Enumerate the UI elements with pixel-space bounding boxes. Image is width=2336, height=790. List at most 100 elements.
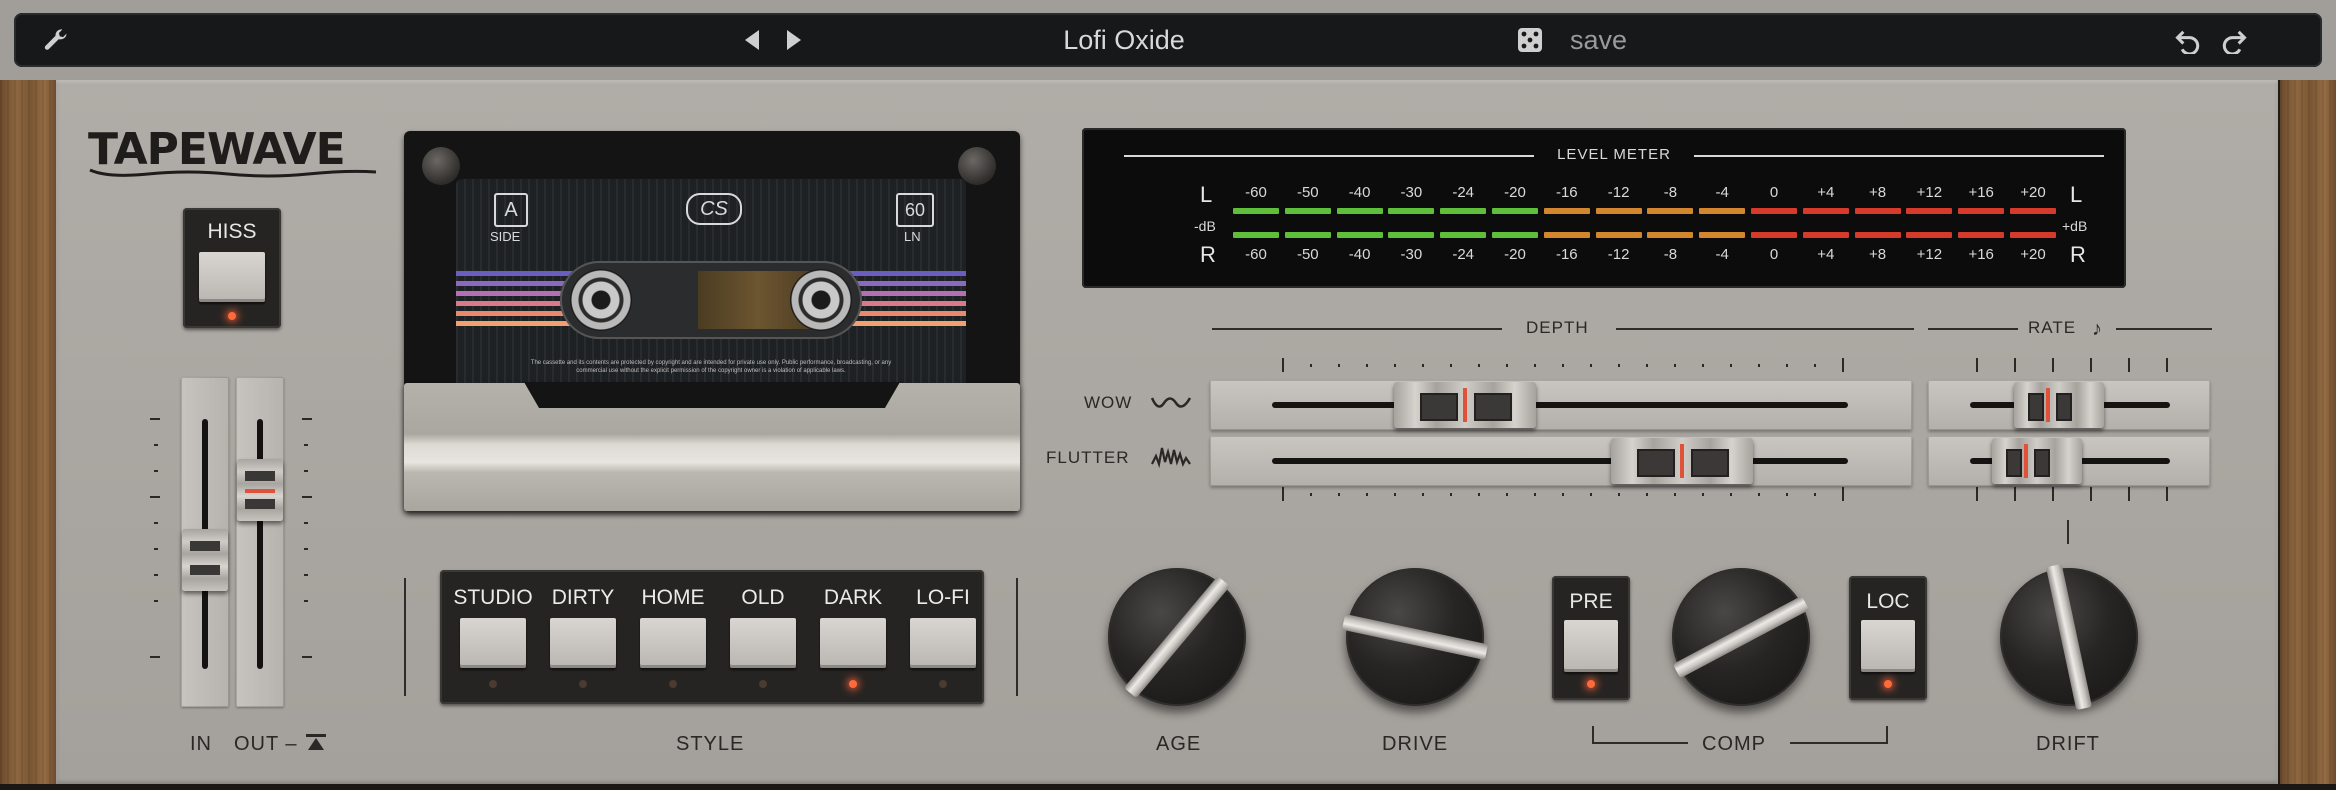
- meter-scale-label-top: -50: [1296, 184, 1319, 201]
- meter-segment-right: [1595, 232, 1642, 238]
- cassette-door: [404, 382, 1020, 511]
- scale-tick: [1478, 364, 1480, 367]
- meter-scale-label-bottom: -4: [1715, 246, 1729, 263]
- style-button-studio[interactable]: STUDIO: [448, 570, 538, 704]
- left-wood-panel: [0, 80, 56, 790]
- length-label: LN: [904, 229, 921, 244]
- meter-segment-right: [2010, 232, 2056, 238]
- scale-tick: [1674, 364, 1676, 367]
- scale-tick: [1422, 493, 1424, 496]
- next-preset-icon[interactable]: [776, 13, 812, 69]
- scale-tick: [1366, 493, 1368, 496]
- meter-scale-label-top: 0: [1769, 184, 1779, 201]
- meter-segment-left: [2010, 208, 2056, 214]
- scale-tick: [1730, 364, 1732, 367]
- meter-segment-right: [1699, 232, 1746, 238]
- pre-label: PRE: [1569, 590, 1613, 613]
- scale-tick: [2014, 487, 2016, 501]
- preset-name[interactable]: Lofi Oxide: [974, 25, 1274, 56]
- style-label: STYLE: [676, 733, 745, 755]
- scale-tick: [2052, 487, 2054, 501]
- length-badge: 60: [896, 193, 934, 227]
- scale-tick: [1618, 364, 1620, 367]
- meter-scale-label-top: +4: [1817, 184, 1835, 201]
- note-icon: ♪: [2092, 318, 2102, 340]
- scale-tick: [1758, 493, 1760, 496]
- style-button-home[interactable]: HOME: [628, 570, 718, 704]
- scale-tick: [1702, 364, 1704, 367]
- dice-icon[interactable]: [1510, 13, 1550, 71]
- meter-scale-label-top: -16: [1555, 184, 1578, 201]
- prev-preset-icon[interactable]: [734, 13, 770, 69]
- meter-scale-label-top: +8: [1869, 184, 1887, 201]
- comp-knob[interactable]: [1672, 568, 1810, 706]
- scale-tick: [1702, 493, 1704, 496]
- save-button[interactable]: save: [1570, 25, 1627, 56]
- meter-segment-left: [1906, 208, 1953, 214]
- style-led-active: [849, 680, 857, 688]
- hiss-button[interactable]: HISS: [183, 208, 281, 328]
- wrench-icon[interactable]: [34, 13, 78, 72]
- scale-tick: [1422, 364, 1424, 367]
- loc-led: [1884, 680, 1892, 688]
- age-label: AGE: [1156, 733, 1202, 755]
- undo-icon[interactable]: [2168, 13, 2208, 72]
- scale-tick: [1976, 487, 1978, 501]
- depth-scale-bottom: [1282, 487, 1844, 503]
- meter-scale: -60 -60 -50 -50 -40 -40 -30 -30 -24 -24 -20 -20 -16-…: [1082, 128, 2126, 288]
- hiss-key[interactable]: [199, 252, 265, 302]
- scale-tick: [2128, 487, 2130, 501]
- scale-tick: [2166, 487, 2168, 501]
- logo-underline: [89, 168, 377, 178]
- meter-scale-label-bottom: -12: [1607, 246, 1630, 263]
- meter-scale-label-bottom: -40: [1348, 246, 1371, 263]
- loc-label: LOC: [1866, 590, 1910, 613]
- drive-knob[interactable]: [1341, 568, 1489, 706]
- fader-scale: [146, 418, 316, 668]
- scale-tick: [1534, 364, 1536, 367]
- style-button-old[interactable]: OLD: [718, 570, 808, 704]
- scale-tick: [1394, 493, 1396, 496]
- meter-scale-label-bottom: -24: [1452, 246, 1475, 263]
- depth-scale-top: [1282, 358, 1844, 374]
- hiss-led: [228, 312, 236, 320]
- style-button-dark[interactable]: DARK: [808, 570, 898, 704]
- flutter-rate-handle[interactable]: [1992, 438, 2082, 484]
- style-button-lofi[interactable]: LO-FI: [898, 570, 988, 704]
- meter-segment-right: [1284, 232, 1331, 238]
- pre-button[interactable]: PRE: [1552, 576, 1630, 700]
- scale-tick: [2052, 358, 2054, 372]
- scale-tick: [1786, 493, 1788, 496]
- scale-tick: [1786, 364, 1788, 367]
- reel-icon: [570, 269, 632, 331]
- scale-tick: [1534, 493, 1536, 496]
- scale-tick: [1450, 493, 1452, 496]
- wow-icon: [1150, 397, 1192, 408]
- meter-segment-right: [1906, 232, 1953, 238]
- link-icon[interactable]: [306, 734, 326, 757]
- drift-knob[interactable]: [2000, 563, 2138, 711]
- scale-tick: [1618, 493, 1620, 496]
- flutter-depth-handle[interactable]: [1610, 438, 1753, 484]
- meter-scale-label-bottom: -8: [1663, 246, 1678, 263]
- meter-scale-label-top: +20: [2020, 184, 2046, 201]
- in-label: IN: [190, 733, 212, 755]
- meter-scale-label-bottom: 0: [1769, 246, 1779, 263]
- meter-segment-left: [1336, 208, 1383, 214]
- age-knob[interactable]: [1108, 568, 1246, 706]
- wow-rate-handle[interactable]: [2014, 382, 2104, 428]
- wow-depth-handle[interactable]: [1393, 382, 1536, 428]
- meter-segment-right: [1543, 232, 1590, 238]
- meter-segment-left: [1958, 208, 2005, 214]
- top-bar: Lofi Oxide save: [0, 0, 2336, 80]
- meter-scale-label-top: +12: [1916, 184, 1943, 201]
- redo-icon[interactable]: [2214, 13, 2254, 72]
- scale-tick: [2128, 358, 2130, 372]
- meter-scale-label-bottom: +16: [1968, 246, 1994, 263]
- scale-tick: [1478, 493, 1480, 496]
- wow-depth-track: [1272, 402, 1848, 408]
- style-button-dirty[interactable]: DIRTY: [538, 570, 628, 704]
- scale-tick: [1758, 364, 1760, 367]
- cassette-tape: A SIDE 60 LN CS The cassette and its con…: [456, 179, 966, 411]
- loc-button[interactable]: LOC: [1849, 576, 1927, 700]
